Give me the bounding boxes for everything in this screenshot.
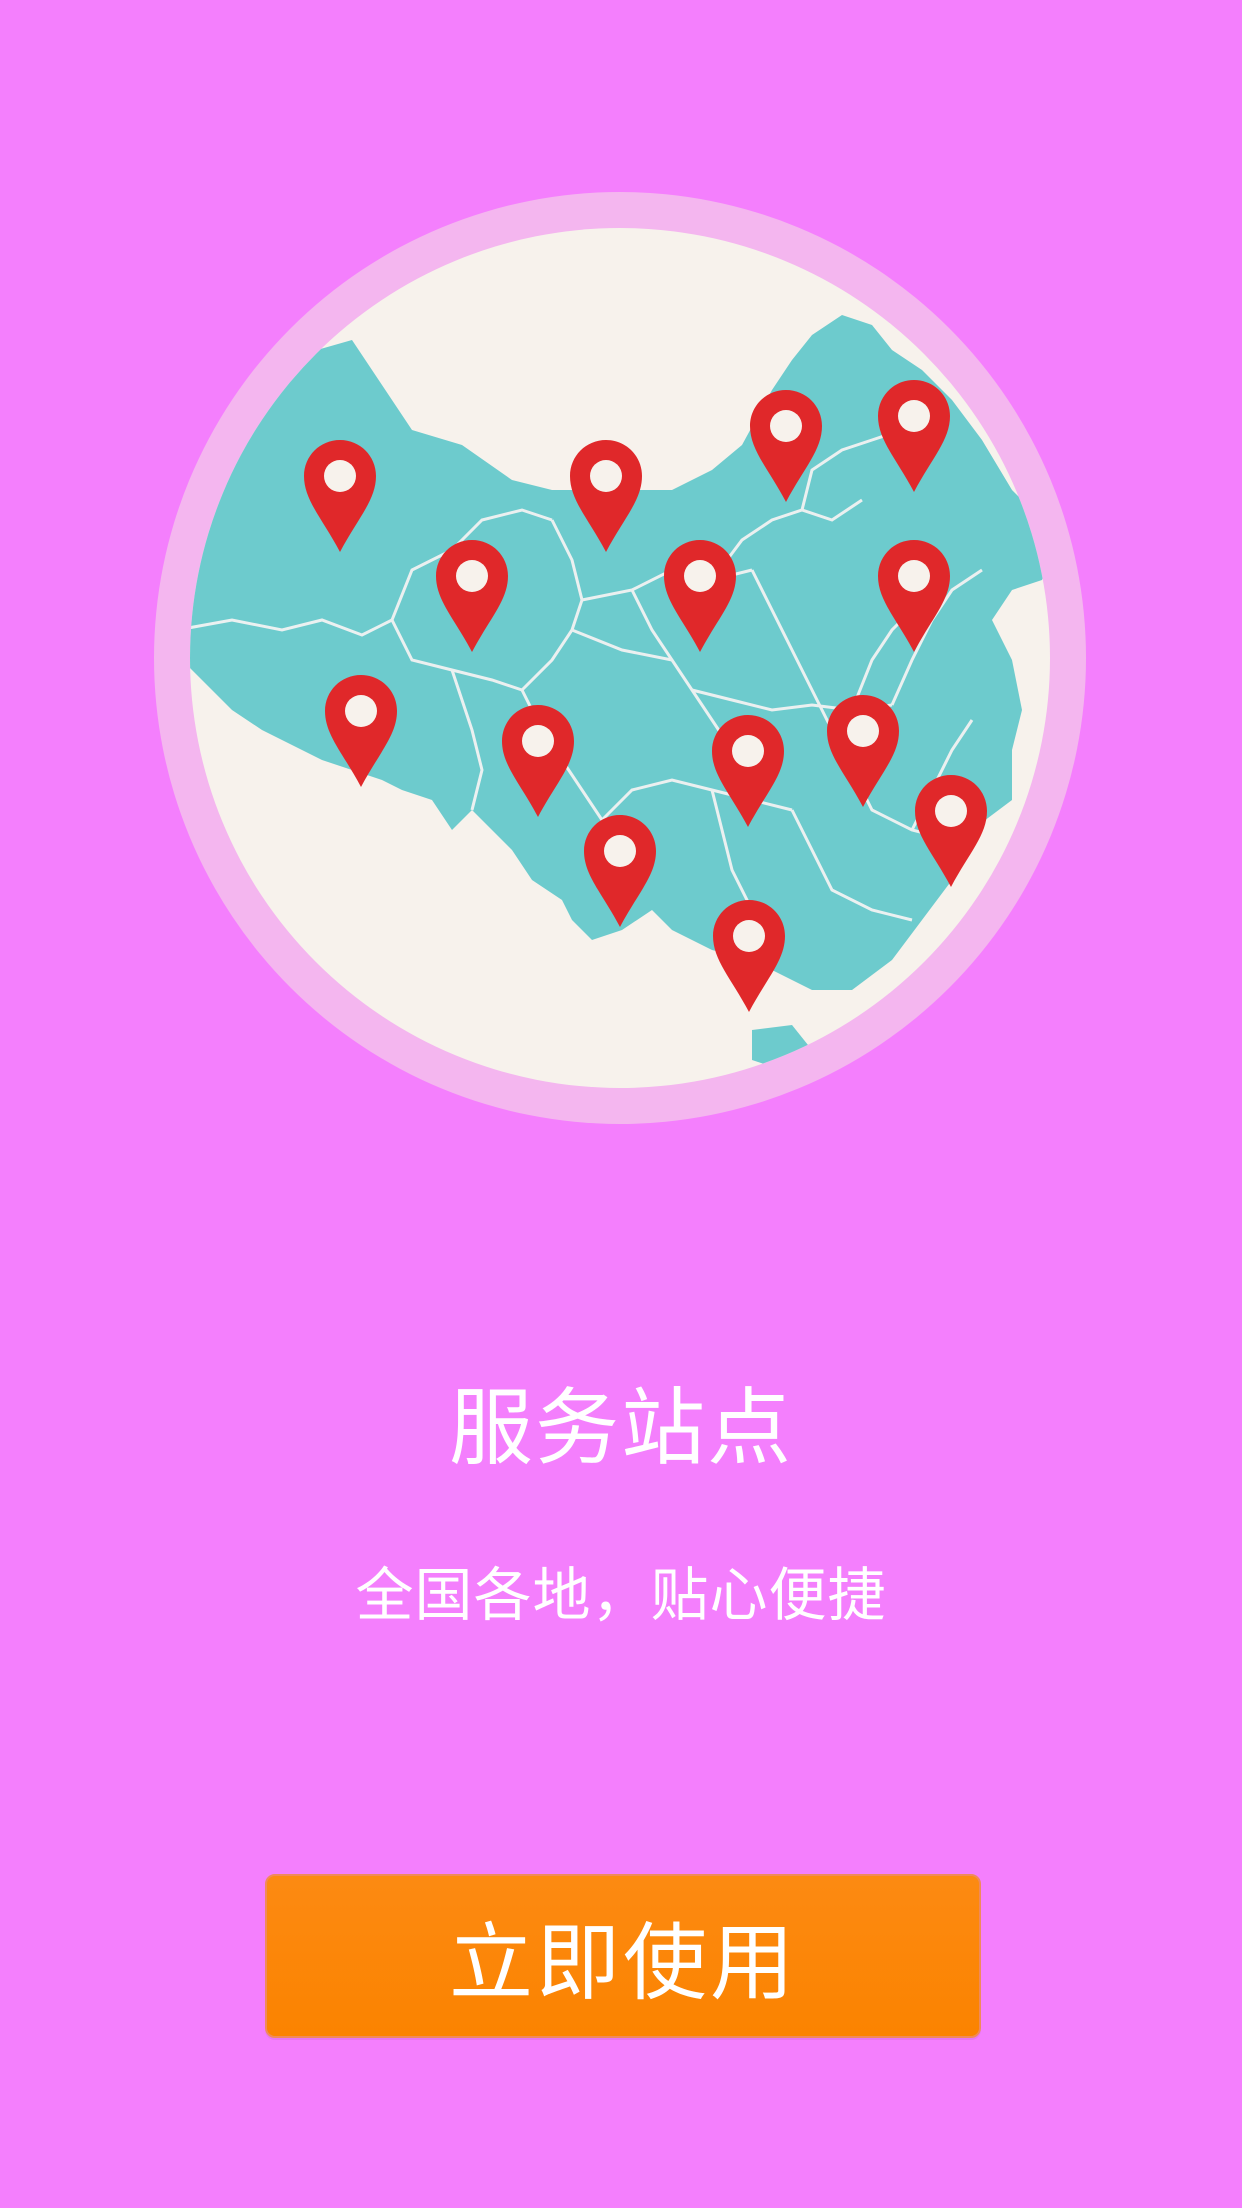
china-map-illustration: [154, 192, 1086, 1124]
start-using-button-label: 立即使用: [448, 1913, 797, 2012]
page-title: 服务站点: [448, 1379, 793, 1477]
start-using-button[interactable]: 立即使用: [265, 1874, 981, 2038]
page-subtitle: 全国各地，贴心便捷: [355, 1561, 887, 1629]
hero-illustration: [152, 190, 1088, 1126]
